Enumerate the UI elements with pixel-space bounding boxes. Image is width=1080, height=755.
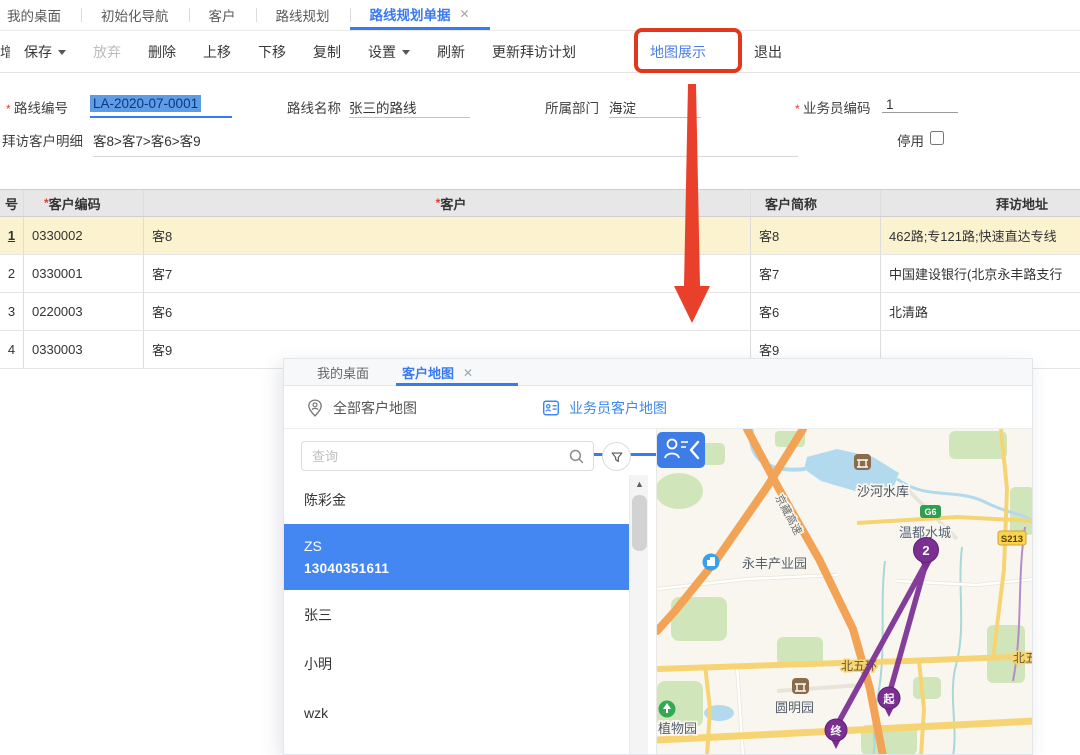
map-svg: 京藏高速 沙河水库 G6 温都水城 S213 永丰产业园 北五环	[657, 429, 1033, 755]
tab-customer-map[interactable]: 客户地图 ✕	[402, 359, 473, 386]
save-button[interactable]: 保存	[24, 42, 66, 62]
route-name-field[interactable]: 张三的路线	[349, 97, 470, 118]
copy-button[interactable]: 复制	[313, 42, 341, 62]
tab-my-desktop[interactable]: 我的桌面	[0, 0, 81, 30]
col-rownum: 号	[0, 190, 24, 216]
dept-field[interactable]: 海淀	[609, 97, 701, 118]
yuanmingyuan-landmark	[792, 678, 809, 694]
tab-route-planning[interactable]: 路线规划	[256, 0, 350, 30]
s213-badge-label: S213	[1001, 534, 1023, 545]
table-row[interactable]: 2 0330001 客7 客7 中国建设银行(北京永丰路支行	[0, 255, 1080, 293]
close-icon[interactable]: ✕	[463, 366, 473, 380]
scroll-up-icon[interactable]: ▲	[630, 475, 649, 493]
map-canvas[interactable]: 京藏高速 沙河水库 G6 温都水城 S213 永丰产业园 北五环	[656, 429, 1033, 755]
salesman-search	[301, 441, 594, 471]
route-no-underline	[90, 116, 232, 118]
fifth-ring-label-right: 北五	[1013, 651, 1033, 665]
table-row[interactable]: 3 0220003 客6 客6 北清路	[0, 293, 1080, 331]
salesman-code-field[interactable]: 1	[882, 97, 958, 113]
customer-map-window: 我的桌面 客户地图 ✕ 全部客户地图	[283, 358, 1033, 755]
scrollbar-thumb[interactable]	[632, 495, 647, 551]
delete-button[interactable]: 删除	[148, 42, 176, 62]
tab-all-customers-map[interactable]: 全部客户地图	[306, 386, 417, 429]
map-display-button[interactable]: 地图展示	[650, 42, 706, 62]
salesman-card-icon	[542, 399, 560, 417]
g6-badge-label: G6	[924, 507, 936, 517]
visit-detail-label: 拜访客户明细	[2, 130, 83, 150]
list-item-selected[interactable]: ZS 13040351611	[284, 524, 629, 590]
botanical-label: 植物园	[658, 721, 697, 736]
col-customer-code: 客户编码	[24, 190, 144, 216]
map-view-switcher: 全部客户地图 业务员客户地图	[284, 386, 1032, 429]
disable-label: 停用	[897, 130, 924, 150]
search-icon[interactable]	[568, 448, 585, 465]
tab-init-nav[interactable]: 初始化导航	[81, 0, 189, 30]
list-scrollbar[interactable]: ▲	[629, 475, 648, 754]
svg-text:2: 2	[922, 543, 929, 558]
person-pin-icon	[306, 399, 324, 417]
list-item[interactable]: 小明	[284, 639, 629, 688]
col-customer-short: 客户简称	[751, 190, 881, 216]
search-input[interactable]	[312, 442, 562, 470]
dept-label: 所属部门	[545, 97, 599, 117]
map-window-tab-bar: 我的桌面 客户地图 ✕	[284, 359, 1032, 386]
close-icon[interactable]: ✕	[460, 7, 470, 21]
tab-salesman-customers-map[interactable]: 业务员客户地图	[542, 386, 667, 429]
industry-park-label: 永丰产业园	[742, 556, 807, 571]
chevron-down-icon	[402, 50, 410, 55]
route-no-label: 路线编号	[6, 97, 68, 117]
tab-route-planning-doc[interactable]: 路线规划单据 ✕	[350, 0, 490, 30]
route-no-field[interactable]: LA-2020-07-0001	[90, 96, 201, 111]
exit-button[interactable]: 退出	[754, 42, 782, 62]
list-item[interactable]: 李芬芬	[284, 737, 629, 754]
filter-icon	[610, 450, 624, 464]
chevron-down-icon	[58, 50, 66, 55]
settings-button[interactable]: 设置	[368, 42, 410, 62]
toolbar: 增 保存 放弃 删除 上移 下移 复制 设置 刷新 更新拜访计划 地图展示 退出	[0, 31, 1080, 73]
route-name-label: 路线名称	[287, 97, 341, 117]
clipped-add-button[interactable]: 增	[0, 42, 10, 62]
collapse-panel-button[interactable]	[657, 432, 705, 468]
customer-table: 号 客户编码 客户 客户简称 拜访地址 1 0330002 客8 客8 462路…	[0, 189, 1080, 369]
move-down-button[interactable]: 下移	[258, 42, 286, 62]
list-item[interactable]: 陈彩金	[284, 475, 629, 524]
app-root: 我的桌面 初始化导航 客户 路线规划 路线规划单据 ✕ 增 保存 放弃 删除 上…	[0, 0, 1080, 755]
reservoir-landmark	[854, 454, 871, 470]
tab-my-desktop[interactable]: 我的桌面	[317, 359, 369, 386]
botanical-landmark	[659, 701, 676, 718]
reservoir-label: 沙河水库	[857, 484, 909, 499]
salesman-list: 陈彩金 ZS 13040351611 张三 小明 wzk 李芬芬	[284, 475, 629, 754]
list-item[interactable]: 张三	[284, 590, 629, 639]
col-customer: 客户	[144, 190, 751, 216]
industry-park-landmark	[703, 554, 720, 571]
table-header-row: 号 客户编码 客户 客户简称 拜访地址	[0, 190, 1080, 217]
salesman-code-label: 业务员编码	[795, 97, 871, 117]
list-item[interactable]: wzk	[284, 688, 629, 737]
table-row[interactable]: 1 0330002 客8 客8 462路;专121路;快速直达专线	[0, 217, 1080, 255]
refresh-button[interactable]: 刷新	[437, 42, 465, 62]
svg-text:起: 起	[883, 692, 896, 706]
visit-detail-field[interactable]: 客8>客7>客6>客9	[93, 130, 798, 157]
document-tab-bar: 我的桌面 初始化导航 客户 路线规划 路线规划单据 ✕	[0, 0, 1080, 31]
discard-button[interactable]: 放弃	[93, 42, 121, 62]
disable-checkbox[interactable]	[930, 131, 944, 145]
yuanmingyuan-label: 圆明园	[775, 700, 814, 715]
filter-button[interactable]	[602, 442, 631, 471]
col-visit-address: 拜访地址	[881, 190, 1080, 216]
update-visit-plan-button[interactable]: 更新拜访计划	[492, 42, 576, 62]
move-up-button[interactable]: 上移	[203, 42, 231, 62]
tab-customer[interactable]: 客户	[189, 0, 256, 30]
svg-text:终: 终	[831, 724, 843, 738]
